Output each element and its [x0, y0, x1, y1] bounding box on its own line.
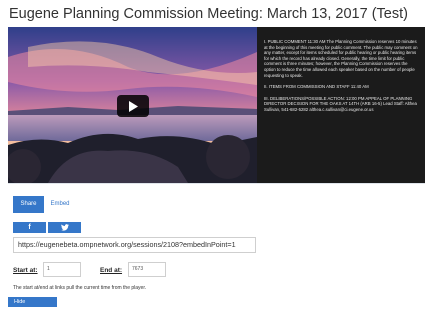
help-text: The start at/end at links pull the curre…	[13, 285, 147, 291]
agenda-item: II. ITEMS FROM COMMISSION AND STAFF 11:4…	[264, 84, 369, 90]
facebook-icon: f	[28, 224, 31, 231]
end-at-input[interactable]: 7673	[128, 262, 166, 277]
end-at-label[interactable]: End at:	[100, 267, 122, 274]
tab-share[interactable]: Share	[13, 196, 44, 213]
twitter-share-button[interactable]	[48, 222, 81, 233]
agenda-panel: I. PUBLIC COMMENT 11:30 AM The Planning …	[257, 27, 425, 183]
agenda-item: III. DELIBERATIONS/POSSIBLE ACTION: 12:0…	[264, 95, 417, 112]
start-at-label[interactable]: Start at:	[13, 267, 38, 274]
page-title: Eugene Planning Commission Meeting: Marc…	[9, 6, 408, 22]
share-url-field[interactable]: https://eugenebeta.ompnetwork.org/sessio…	[13, 237, 256, 253]
hide-button[interactable]: Hide	[8, 297, 57, 307]
agenda-item: I. PUBLIC COMMENT 11:30 AM The Planning …	[264, 39, 418, 78]
facebook-share-button[interactable]: f	[13, 222, 46, 233]
play-button[interactable]	[117, 95, 149, 117]
start-at-input[interactable]: 1	[43, 262, 81, 277]
twitter-bird-icon	[60, 224, 69, 231]
play-icon	[129, 100, 138, 112]
tab-embed[interactable]: Embed	[45, 196, 75, 213]
media-player: I. PUBLIC COMMENT 11:30 AM The Planning …	[8, 27, 425, 184]
video-frame[interactable]	[8, 27, 257, 183]
